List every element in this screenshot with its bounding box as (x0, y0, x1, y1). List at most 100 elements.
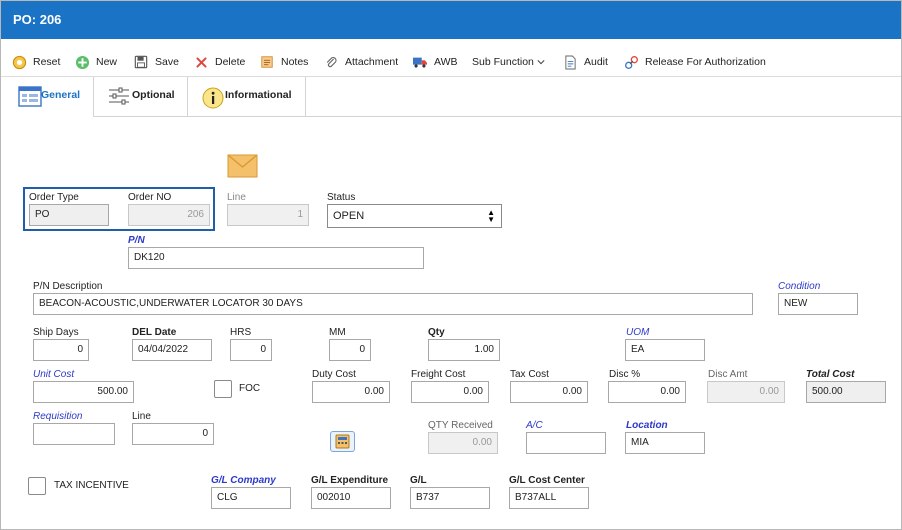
notes-button[interactable]: Notes (259, 53, 308, 71)
updown-arrows-icon: ▲ ▼ (487, 208, 495, 224)
paperclip-icon (323, 54, 339, 70)
tab-optional[interactable]: Optional (94, 77, 188, 117)
new-button[interactable]: New (74, 53, 117, 71)
general-form-icon (18, 86, 42, 110)
tax-cost-label: Tax Cost (510, 369, 549, 380)
calculator-button[interactable] (330, 431, 355, 452)
disc-amt-field[interactable]: 0.00 (707, 381, 785, 403)
info-icon (202, 87, 224, 112)
line-field[interactable]: 1 (227, 204, 309, 226)
pn-field[interactable]: DK120 (128, 247, 424, 269)
ship-days-field[interactable]: 0 (33, 339, 89, 361)
tab-general[interactable]: General (1, 77, 94, 117)
location-field[interactable]: MIA (625, 432, 705, 454)
tax-incentive-label: TAX INCENTIVE (54, 480, 129, 491)
notes-icon (259, 54, 275, 70)
po-window: PO: 206 Reset New Save Delete Notes Atta… (0, 0, 902, 530)
qty-received-label: QTY Received (428, 420, 493, 431)
tab-bar: General Optional Informational (1, 77, 901, 117)
pn-label: P/N (128, 235, 145, 246)
awb-label: AWB (434, 56, 458, 68)
del-date-label: DEL Date (132, 327, 177, 338)
duty-cost-field[interactable]: 0.00 (312, 381, 390, 403)
qty-received-field[interactable]: 0.00 (428, 432, 498, 454)
ship-days-label: Ship Days (33, 327, 79, 338)
gl-expenditure-field[interactable]: 002010 (311, 487, 391, 509)
sub-function-menu[interactable]: Sub Function (472, 53, 546, 71)
pn-description-field[interactable]: BEACON-ACOUSTIC,UNDERWATER LOCATOR 30 DA… (33, 293, 753, 315)
freight-cost-field[interactable]: 0.00 (411, 381, 489, 403)
tab-informational-label: Informational (225, 89, 292, 101)
gl-company-label: G/L Company (211, 475, 276, 486)
order-no-field[interactable]: 206 (128, 204, 210, 226)
foc-label: FOC (239, 383, 261, 394)
audit-label: Audit (584, 56, 608, 68)
chevron-down-icon (537, 54, 546, 70)
condition-label: Condition (778, 281, 821, 292)
line-label: Line (227, 192, 246, 203)
disc-pct-label: Disc % (609, 369, 641, 380)
tax-cost-field[interactable]: 0.00 (510, 381, 588, 403)
hrs-field[interactable]: 0 (230, 339, 272, 361)
req-line-label: Line (132, 411, 151, 422)
plus-icon (74, 54, 90, 70)
window-title: PO: 206 (13, 12, 62, 27)
email-envelope-icon[interactable] (227, 154, 258, 178)
sliders-icon (108, 86, 130, 109)
save-icon (133, 54, 149, 70)
disc-amt-label: Disc Amt (708, 369, 748, 380)
tab-general-label: General (41, 89, 81, 101)
status-select[interactable]: OPEN ▲ ▼ (327, 204, 502, 228)
unit-cost-field[interactable]: 500.00 (33, 381, 134, 403)
delete-button[interactable]: Delete (193, 53, 245, 71)
foc-checkbox[interactable] (214, 380, 232, 398)
gl-label: G/L (410, 475, 427, 486)
requisition-field[interactable] (33, 423, 115, 445)
pn-description-label: P/N Description (33, 281, 103, 292)
hrs-label: HRS (230, 327, 252, 338)
attachment-label: Attachment (345, 56, 399, 68)
gl-field[interactable]: B737 (410, 487, 490, 509)
calculator-icon (335, 434, 350, 449)
reset-label: Reset (33, 56, 61, 68)
truck-icon (412, 54, 428, 70)
mm-field[interactable]: 0 (329, 339, 371, 361)
audit-button[interactable]: Audit (562, 53, 608, 71)
delete-label: Delete (215, 56, 246, 68)
release-for-authorization-button[interactable]: Release For Authorization (623, 53, 766, 71)
del-date-field[interactable]: 04/04/2022 (132, 339, 212, 361)
notes-label: Notes (281, 56, 309, 68)
tab-optional-label: Optional (132, 89, 175, 101)
qty-field[interactable]: 1.00 (428, 339, 500, 361)
status-value: OPEN (333, 210, 365, 222)
disc-pct-field[interactable]: 0.00 (608, 381, 686, 403)
awb-button[interactable]: AWB (412, 53, 458, 71)
audit-icon (562, 54, 578, 70)
tab-informational[interactable]: Informational (188, 77, 306, 117)
unit-cost-label: Unit Cost (33, 369, 75, 380)
duty-cost-label: Duty Cost (312, 369, 356, 380)
req-line-field[interactable]: 0 (132, 423, 214, 445)
uom-label: UOM (626, 327, 650, 338)
new-label: New (96, 56, 118, 68)
mm-label: MM (329, 327, 346, 338)
reset-button[interactable]: Reset (11, 53, 60, 71)
delete-icon (193, 54, 209, 70)
tax-incentive-checkbox[interactable] (28, 477, 46, 495)
gl-company-field[interactable]: CLG (211, 487, 291, 509)
attachment-button[interactable]: Attachment (323, 53, 398, 71)
save-label: Save (155, 56, 179, 68)
uom-field[interactable]: EA (625, 339, 705, 361)
sub-function-label: Sub Function (472, 56, 534, 68)
qty-label: Qty (428, 327, 445, 338)
order-type-field[interactable]: PO (29, 204, 109, 226)
toolbar: Reset New Save Delete Notes Attachment A… (1, 47, 901, 77)
total-cost-field[interactable]: 500.00 (806, 381, 886, 403)
save-button[interactable]: Save (133, 53, 179, 71)
gl-cost-center-field[interactable]: B737ALL (509, 487, 589, 509)
ac-label: A/C (526, 420, 543, 431)
condition-field[interactable]: NEW (778, 293, 858, 315)
ac-field[interactable] (526, 432, 606, 454)
freight-cost-label: Freight Cost (411, 369, 466, 380)
reset-icon (11, 54, 27, 70)
